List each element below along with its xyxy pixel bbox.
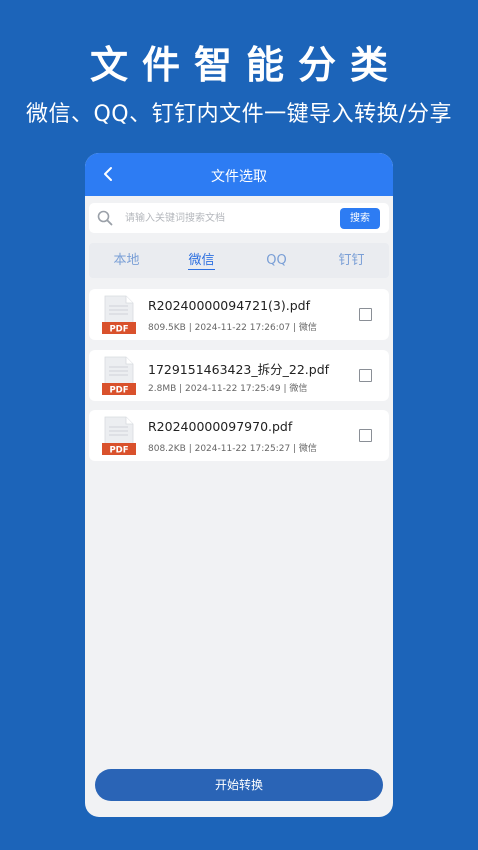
pdf-file-icon: PDF: [102, 295, 136, 335]
file-list-item[interactable]: PDF R20240000094721(3).pdf 809.5KB | 202…: [89, 289, 389, 340]
pdf-file-icon: PDF: [102, 356, 136, 396]
pdf-file-icon: PDF: [102, 416, 136, 456]
file-meta: 809.5KB | 2024-11-22 17:26:07 | 微信: [148, 323, 317, 333]
tab-qq[interactable]: QQ: [239, 243, 314, 278]
pdf-type-label: PDF: [109, 446, 128, 456]
search-input[interactable]: [125, 207, 335, 229]
file-name: 1729151463423_拆分_22.pdf: [148, 362, 330, 377]
source-tabs: 本地 微信 QQ 钉钉: [89, 243, 389, 278]
pdf-type-label: PDF: [109, 386, 128, 396]
select-checkbox[interactable]: [359, 308, 372, 321]
file-list-item[interactable]: PDF 1729151463423_拆分_22.pdf 2.8MB | 2024…: [89, 350, 389, 401]
app-bar: 文件选取: [85, 153, 393, 196]
file-meta: 808.2KB | 2024-11-22 17:25:27 | 微信: [148, 444, 317, 454]
tab-dingtalk[interactable]: 钉钉: [314, 243, 389, 278]
tab-label: 钉钉: [338, 253, 365, 268]
page-title: 文件选取: [211, 169, 267, 185]
select-checkbox[interactable]: [359, 429, 372, 442]
file-name: R20240000097970.pdf: [148, 419, 293, 434]
search-bar: 搜索: [89, 203, 389, 233]
tab-wechat[interactable]: 微信: [164, 243, 239, 278]
search-button[interactable]: 搜索: [340, 208, 380, 229]
tab-local[interactable]: 本地: [89, 243, 164, 278]
promo-title: 文件智能分类: [89, 43, 402, 87]
start-convert-button[interactable]: 开始转换: [95, 769, 383, 801]
file-meta: 2.8MB | 2024-11-22 17:25:49 | 微信: [148, 384, 308, 394]
select-checkbox[interactable]: [359, 369, 372, 382]
file-name: R20240000094721(3).pdf: [148, 298, 310, 313]
phone-screen: 文件选取 搜索 本地 微信 QQ 钉钉 PDF R20240000094721(…: [85, 153, 393, 817]
pdf-type-label: PDF: [109, 325, 128, 335]
promo-subtitle: 微信、QQ、钉钉内文件一键导入转换/分享: [25, 102, 453, 127]
tab-label: 微信: [188, 253, 215, 270]
search-icon: [97, 210, 113, 226]
file-list-item[interactable]: PDF R20240000097970.pdf 808.2KB | 2024-1…: [89, 410, 389, 461]
tab-label: 本地: [113, 253, 140, 268]
tab-label: QQ: [266, 253, 287, 268]
